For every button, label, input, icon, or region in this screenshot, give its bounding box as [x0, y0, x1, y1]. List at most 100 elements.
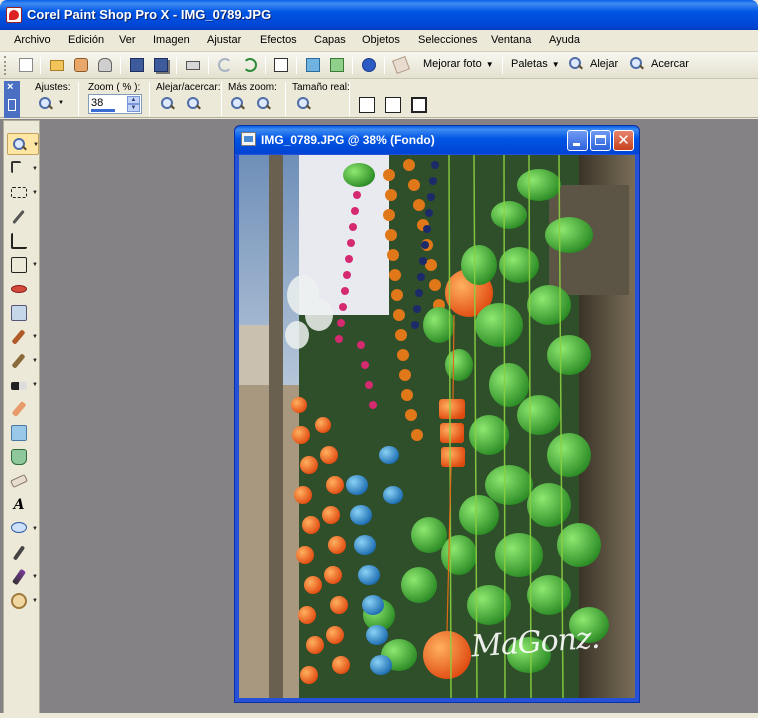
zoom-in-label[interactable]: Acercar	[651, 58, 689, 70]
menu-efectos[interactable]: Efectos	[260, 34, 297, 46]
undo-button[interactable]	[215, 56, 235, 75]
chevron-down-icon: ▼	[58, 100, 64, 106]
resize-button[interactable]	[303, 56, 323, 75]
warp-icon	[11, 593, 27, 609]
save-button[interactable]	[127, 56, 147, 75]
menu-imagen[interactable]: Imagen	[153, 34, 190, 46]
lighten-darken-tool[interactable]: ▼	[7, 374, 39, 396]
maximize-button[interactable]	[590, 130, 611, 151]
zoom-in-icon	[632, 58, 646, 72]
text-tool[interactable]: A	[7, 494, 39, 516]
chevron-down-icon: ▼	[32, 334, 38, 340]
eraser-button[interactable]	[391, 56, 411, 75]
scratch-remover-tool[interactable]	[7, 398, 39, 420]
menu-ver[interactable]: Ver	[119, 34, 136, 46]
full-screen-button[interactable]	[410, 96, 428, 114]
document-title-bar[interactable]: IMG_0789.JPG @ 38% (Fondo) ✕	[235, 126, 639, 154]
shape-icon	[11, 522, 27, 533]
brush-icon	[11, 329, 26, 345]
chevron-down-icon: ▼	[485, 60, 494, 69]
app-icon[interactable]	[6, 7, 22, 23]
enhance-photo-menu[interactable]: Mejorar foto ▼	[423, 58, 494, 70]
zoom-out-label[interactable]: Alejar	[590, 58, 618, 70]
chevron-down-icon: ▼	[33, 142, 39, 148]
zoom-stepper[interactable]: ▲ ▼	[127, 96, 140, 112]
menu-objetos[interactable]: Objetos	[362, 34, 400, 46]
minimize-button[interactable]	[567, 130, 588, 151]
crop-button[interactable]	[271, 56, 291, 75]
open-folder-icon	[50, 60, 64, 71]
menu-archivo[interactable]: Archivo	[14, 34, 51, 46]
redo-button[interactable]	[240, 56, 260, 75]
tool-options-handle[interactable]: ×	[4, 81, 20, 118]
title-bar[interactable]: Corel Paint Shop Pro X - IMG_0789.JPG	[0, 0, 758, 30]
color-replacer-tool[interactable]: ▼	[7, 566, 39, 588]
tools-palette: ▼ ▼ ▼ ▼ ▼ ▼ ▼ A ▼ ▼ ▼	[3, 120, 40, 716]
status-bar	[0, 713, 758, 718]
options-separator	[78, 82, 79, 116]
image-canvas[interactable]: MaGonz.	[239, 155, 635, 698]
spin-up-icon[interactable]: ▲	[127, 96, 140, 104]
fit-window-button[interactable]	[358, 96, 376, 114]
color-replacer-icon	[11, 568, 27, 586]
toolbar-separator	[265, 57, 266, 74]
batch-button[interactable]	[327, 56, 347, 75]
warp-tool[interactable]: ▼	[7, 590, 39, 612]
options-separator	[221, 82, 222, 116]
zoom-input[interactable]	[91, 97, 121, 109]
resize-icon	[306, 58, 320, 72]
deform-icon	[11, 257, 27, 273]
chevron-down-icon: ▼	[551, 60, 560, 69]
zoom-icon	[12, 137, 28, 153]
open-button[interactable]	[47, 56, 67, 75]
menu-ayuda[interactable]: Ayuda	[549, 34, 580, 46]
zoom-tool[interactable]: ▼	[7, 133, 39, 155]
red-eye-tool[interactable]	[7, 278, 39, 300]
selection-tool[interactable]: ▼	[7, 182, 39, 204]
paint-brush-tool[interactable]: ▼	[7, 326, 39, 348]
clone-tool[interactable]	[7, 302, 39, 324]
toolbar-grip[interactable]	[4, 56, 7, 75]
scan-button[interactable]	[95, 56, 115, 75]
toolbar-separator	[208, 57, 209, 74]
new-file-button[interactable]	[16, 56, 36, 75]
crop-tool[interactable]	[7, 230, 39, 252]
palettes-menu[interactable]: Paletas ▼	[511, 58, 560, 70]
options-separator	[349, 82, 350, 116]
spin-down-icon[interactable]: ▼	[127, 104, 140, 112]
close-button[interactable]: ✕	[613, 130, 634, 151]
save-as-button[interactable]	[151, 56, 171, 75]
browse-button[interactable]	[71, 56, 91, 75]
pin-icon[interactable]	[8, 99, 16, 111]
flood-fill-tool[interactable]	[7, 446, 39, 468]
straighten-tool[interactable]: ▼	[7, 254, 39, 276]
document-window[interactable]: IMG_0789.JPG @ 38% (Fondo) ✕ MaGonz.	[234, 125, 640, 703]
pick-tool[interactable]: ▼	[7, 158, 39, 180]
close-icon[interactable]: ×	[7, 81, 13, 93]
zoom-slider-bar[interactable]	[91, 109, 115, 112]
retouch-tool[interactable]	[7, 422, 39, 444]
menu-ventana[interactable]: Ventana	[491, 34, 531, 46]
new-file-icon	[19, 58, 33, 72]
batch-icon	[330, 58, 344, 72]
zoom-label: Zoom ( % ):	[88, 82, 141, 93]
image-icon[interactable]	[241, 132, 256, 146]
fit-image-button[interactable]	[384, 96, 402, 114]
print-button[interactable]	[183, 56, 203, 75]
zoom-out-icon	[231, 97, 247, 113]
clone-icon	[11, 305, 27, 321]
airbrush-tool[interactable]: ▼	[7, 350, 39, 372]
pen-tool[interactable]	[7, 542, 39, 564]
dropper-tool[interactable]	[7, 206, 39, 228]
menu-selecciones[interactable]: Selecciones	[418, 34, 477, 46]
menu-capas[interactable]: Capas	[314, 34, 346, 46]
eraser-tool[interactable]	[7, 470, 39, 492]
info-icon	[362, 58, 376, 72]
menu-edicion[interactable]: Edición	[68, 34, 104, 46]
menu-ajustar[interactable]: Ajustar	[207, 34, 241, 46]
toolbar-separator	[384, 57, 385, 74]
preset-shape-tool[interactable]: ▼	[7, 518, 39, 540]
zoom-field[interactable]: ▲ ▼	[88, 94, 142, 114]
info-button[interactable]	[359, 56, 379, 75]
chevron-down-icon: ▼	[32, 574, 38, 580]
